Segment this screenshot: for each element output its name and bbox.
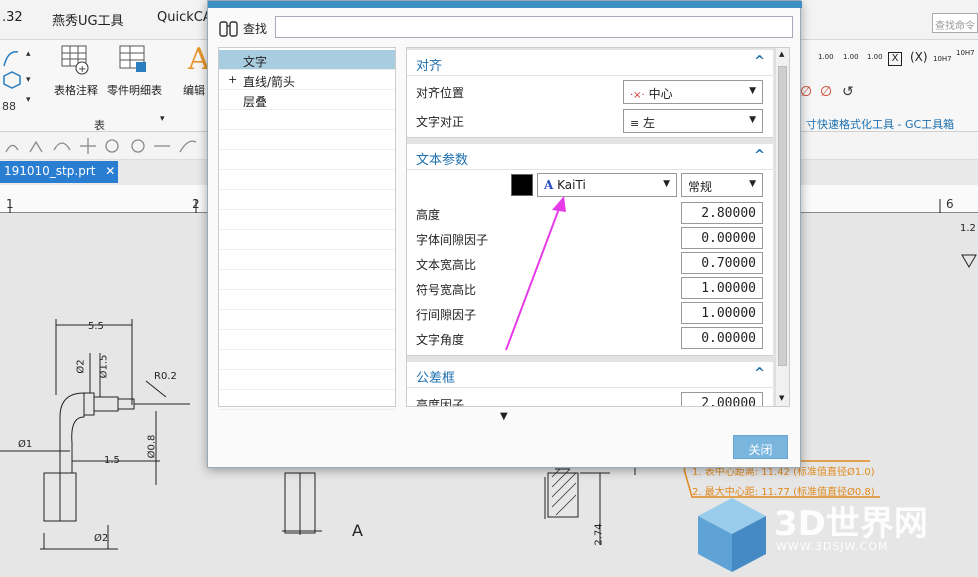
annotation-arrow xyxy=(505,196,566,351)
